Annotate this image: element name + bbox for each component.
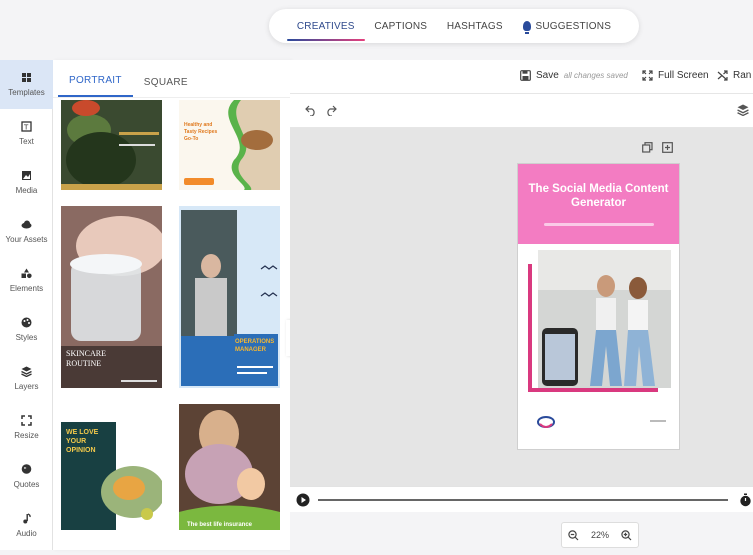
sidebar: Templates T Text Media Your Assets Eleme…	[0, 60, 53, 550]
save-label: Save	[536, 70, 559, 81]
template-preview	[179, 404, 280, 530]
random-button[interactable]: Ran	[717, 70, 751, 81]
resize-icon	[21, 415, 32, 426]
template-text: Healthy and Tasty Recipes Go-To	[184, 122, 218, 142]
tab-square[interactable]: SQUARE	[133, 77, 199, 97]
bulb-icon	[522, 21, 531, 34]
palette-icon	[21, 317, 32, 328]
toolbar: Save all changes saved Full Screen Ran	[290, 60, 753, 94]
template-text: WE LOVE YOUR OPINION	[66, 429, 99, 454]
timer-icon[interactable]	[739, 493, 752, 507]
cloud-icon	[21, 220, 32, 229]
tab-label: SUGGESTIONS	[535, 20, 612, 32]
duplicate-icon[interactable]	[642, 142, 653, 153]
sidebar-item-layers[interactable]: Layers	[0, 354, 53, 403]
zoom-level: 22%	[590, 530, 609, 540]
timeline-track[interactable]	[318, 499, 728, 501]
templates-panel: PORTRAIT SQUARE Healthy and Tasty Recipe…	[53, 60, 290, 550]
sidebar-item-assets[interactable]: Your Assets	[0, 207, 53, 256]
fullscreen-button[interactable]: Full Screen	[642, 70, 709, 81]
sidebar-item-quotes[interactable]: " Quotes	[0, 452, 53, 501]
shapes-icon	[21, 268, 32, 279]
templates-icon	[22, 73, 31, 82]
zoom-control: 22%	[561, 522, 639, 548]
top-tabs: CREATIVES CAPTIONS HASHTAGS SUGGESTIONS	[269, 9, 639, 43]
save-status: all changes saved	[563, 71, 628, 80]
design-subtitle-line	[543, 223, 654, 226]
tab-hashtags[interactable]: HASHTAGS	[447, 9, 503, 43]
sidebar-item-elements[interactable]: Elements	[0, 256, 53, 305]
sidebar-item-label: Styles	[15, 333, 38, 342]
tab-label: CAPTIONS	[374, 20, 428, 32]
template-text: The best life insurance	[187, 522, 253, 528]
template-preview	[179, 100, 280, 190]
template-preview	[61, 100, 162, 190]
save-button[interactable]: Save all changes saved	[520, 70, 628, 81]
tab-captions[interactable]: CAPTIONS	[374, 9, 427, 43]
tab-creatives[interactable]: CREATIVES	[286, 9, 365, 43]
add-page-icon[interactable]	[662, 142, 673, 153]
fullscreen-icon	[642, 70, 653, 81]
quote-icon: "	[21, 464, 32, 474]
template-thumbnail[interactable]: WE LOVE YOUR OPINION	[61, 404, 162, 530]
sidebar-item-label: Layers	[14, 382, 39, 391]
sidebar-item-label: Resize	[14, 431, 39, 440]
sidebar-item-label: Elements	[9, 284, 44, 293]
tab-label: CREATIVES	[296, 20, 355, 32]
sidebar-item-label: Templates	[8, 88, 45, 97]
sidebar-item-label: Quotes	[13, 480, 40, 489]
shuffle-icon	[717, 70, 728, 81]
zoom-in-icon[interactable]	[621, 529, 632, 541]
sidebar-item-audio[interactable]: Audio	[0, 501, 53, 550]
play-icon[interactable]	[296, 493, 310, 507]
fullscreen-label: Full Screen	[658, 70, 709, 81]
sidebar-item-media[interactable]: Media	[0, 158, 53, 207]
template-text: SKINCARE ROUTINE	[66, 349, 107, 368]
sidebar-item-label: Media	[15, 186, 38, 195]
template-text: OPERATIONS MANAGER	[235, 339, 275, 353]
template-thumbnail[interactable]: OPERATIONS MANAGER	[179, 206, 280, 388]
random-label: Ran	[733, 70, 752, 81]
sidebar-item-label: Your Assets	[5, 235, 48, 244]
sidebar-item-label: Audio	[16, 529, 37, 538]
panel-tabs: PORTRAIT SQUARE	[53, 60, 290, 98]
layers-icon	[21, 366, 32, 377]
canvas-area: The Social Media Content Generator	[290, 128, 753, 486]
svg-text:T: T	[23, 124, 29, 132]
zoom-bar: 22%	[290, 512, 753, 555]
music-icon	[23, 513, 31, 524]
text-icon: T	[21, 121, 32, 132]
sidebar-item-templates[interactable]: Templates	[0, 60, 53, 109]
sidebar-item-text[interactable]: T Text	[0, 109, 53, 158]
undo-icon[interactable]	[305, 105, 317, 116]
app-root: CREATIVES CAPTIONS HASHTAGS SUGGESTIONS …	[0, 0, 753, 555]
edit-bar	[290, 94, 753, 128]
template-thumbnail[interactable]: SKINCARE ROUTINE	[61, 206, 162, 388]
media-icon	[22, 171, 31, 180]
template-thumbnail[interactable]: Healthy and Tasty Recipes Go-To	[179, 100, 280, 190]
template-preview	[61, 404, 162, 530]
sidebar-item-resize[interactable]: Resize	[0, 403, 53, 452]
template-thumbnail[interactable]	[61, 100, 162, 190]
design-header: The Social Media Content Generator	[518, 164, 679, 244]
tab-portrait[interactable]: PORTRAIT	[58, 75, 133, 97]
design-canvas[interactable]: The Social Media Content Generator	[518, 164, 679, 449]
template-preview	[179, 206, 280, 388]
redo-icon[interactable]	[325, 105, 337, 116]
zoom-out-icon[interactable]	[568, 529, 579, 541]
sidebar-item-styles[interactable]: Styles	[0, 305, 53, 354]
tab-suggestions[interactable]: SUGGESTIONS	[522, 9, 612, 43]
timeline-player	[290, 486, 753, 512]
sidebar-item-label: Text	[19, 137, 34, 146]
template-thumbnail[interactable]: The best life insurance	[179, 404, 280, 530]
svg-text:": "	[24, 466, 27, 474]
design-photo[interactable]	[518, 244, 679, 449]
design-title[interactable]: The Social Media Content Generator	[518, 182, 679, 210]
save-icon	[520, 70, 531, 81]
tab-label: HASHTAGS	[446, 20, 503, 32]
layers-icon[interactable]	[737, 104, 749, 116]
